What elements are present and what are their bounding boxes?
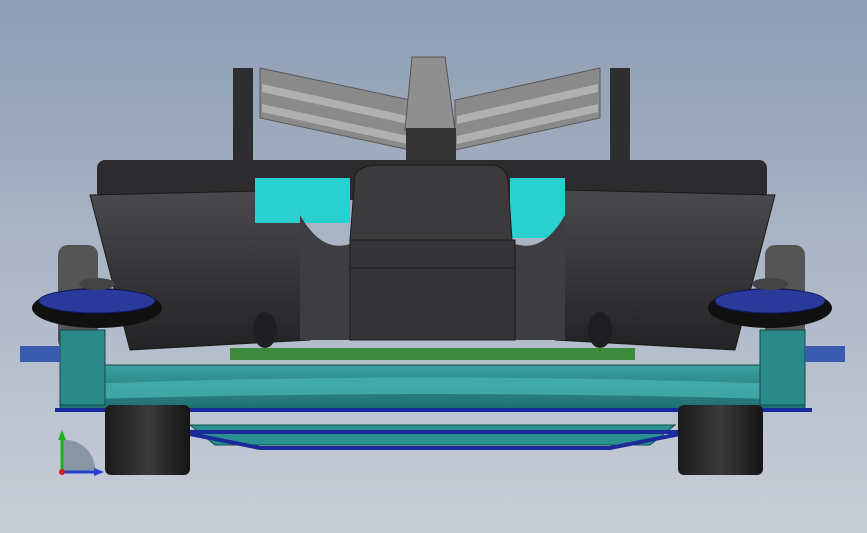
body-shell xyxy=(89,160,776,351)
axis-triad-icon xyxy=(58,430,104,476)
cad-viewport[interactable] xyxy=(0,0,867,533)
model-canvas xyxy=(20,56,845,476)
